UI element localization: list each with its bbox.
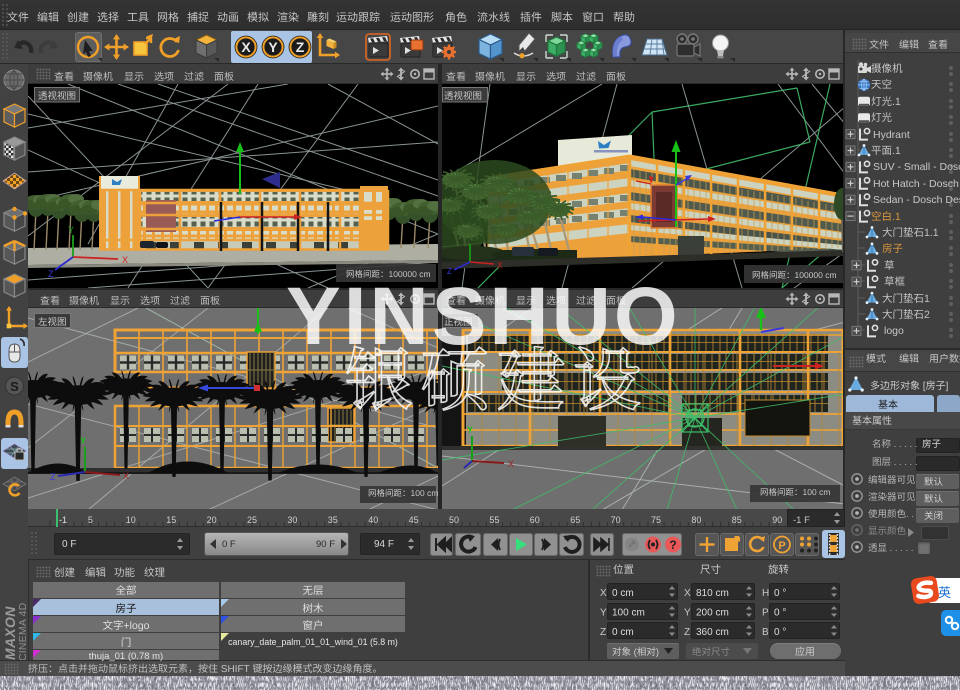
svg-text:P: P bbox=[778, 540, 785, 552]
svg-text:?: ? bbox=[669, 538, 676, 552]
